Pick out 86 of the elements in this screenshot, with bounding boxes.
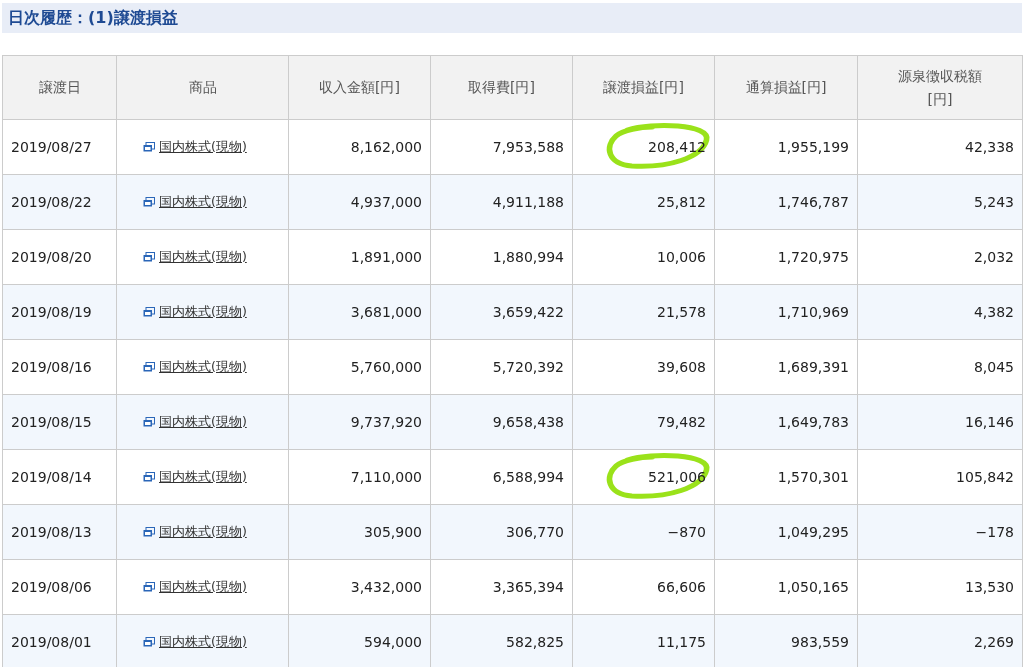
date-cell: 2019/08/14	[2, 449, 117, 505]
amount-cell: 10,006	[657, 249, 706, 265]
amount-cell: 8,045	[857, 339, 1023, 395]
amount-cell: 1,710,969	[714, 284, 858, 340]
amount-cell: 16,146	[857, 394, 1023, 450]
window-icon	[143, 417, 155, 427]
amount-cell: 1,955,199	[714, 119, 858, 175]
column-header: 譲渡損益[円]	[572, 55, 715, 120]
amount-cell: 66,606	[657, 579, 706, 595]
column-header: 譲渡日	[2, 55, 117, 120]
amount-cell: 582,825	[430, 614, 573, 667]
amount-cell: 42,338	[857, 119, 1023, 175]
amount-cell: 3,659,422	[430, 284, 573, 340]
amount-cell: 79,482	[657, 414, 706, 430]
date-cell: 2019/08/15	[2, 394, 117, 450]
amount-cell: 9,737,920	[288, 394, 431, 450]
amount-cell: 1,050,165	[714, 559, 858, 615]
window-icon	[143, 362, 155, 372]
window-icon	[143, 142, 155, 152]
date-cell: 2019/08/20	[2, 229, 117, 285]
amount-cell: 3,432,000	[288, 559, 431, 615]
amount-cell: 1,049,295	[714, 504, 858, 560]
amount-cell: 9,658,438	[430, 394, 573, 450]
amount-cell: 1,891,000	[288, 229, 431, 285]
date-cell: 2019/08/16	[2, 339, 117, 395]
amount-cell: 1,649,783	[714, 394, 858, 450]
window-icon	[143, 527, 155, 537]
product-link[interactable]: 国内株式(現物)	[159, 139, 247, 154]
amount-cell: 5,243	[857, 174, 1023, 230]
amount-cell: 983,559	[714, 614, 858, 667]
section-title: 日次履歴：(1)譲渡損益	[2, 3, 1022, 33]
amount-cell: 7,110,000	[288, 449, 431, 505]
amount-cell: 4,937,000	[288, 174, 431, 230]
amount-cell: 6,588,994	[430, 449, 573, 505]
amount-cell: 5,760,000	[288, 339, 431, 395]
window-icon	[143, 307, 155, 317]
date-cell: 2019/08/01	[2, 614, 117, 667]
amount-cell: 7,953,588	[430, 119, 573, 175]
column-header: 通算損益[円]	[714, 55, 858, 120]
amount-cell: 2,269	[857, 614, 1023, 667]
product-link[interactable]: 国内株式(現物)	[159, 304, 247, 319]
product-link[interactable]: 国内株式(現物)	[159, 634, 247, 649]
column-header: 取得費[円]	[430, 55, 573, 120]
window-icon	[143, 472, 155, 482]
amount-cell: 4,382	[857, 284, 1023, 340]
date-cell: 2019/08/19	[2, 284, 117, 340]
product-link[interactable]: 国内株式(現物)	[159, 579, 247, 594]
window-icon	[143, 637, 155, 647]
product-link[interactable]: 国内株式(現物)	[159, 524, 247, 539]
date-cell: 2019/08/22	[2, 174, 117, 230]
amount-cell: 594,000	[288, 614, 431, 667]
product-link[interactable]: 国内株式(現物)	[159, 194, 247, 209]
product-link[interactable]: 国内株式(現物)	[159, 359, 247, 374]
amount-cell: 305,900	[288, 504, 431, 560]
amount-cell: 13,530	[857, 559, 1023, 615]
amount-cell: 1,689,391	[714, 339, 858, 395]
amount-cell: −870	[667, 524, 706, 540]
date-cell: 2019/08/06	[2, 559, 117, 615]
column-header: 源泉徴収税額 [円]	[857, 55, 1023, 120]
amount-cell: 39,608	[657, 359, 706, 375]
window-icon	[143, 197, 155, 207]
amount-cell: 21,578	[657, 304, 706, 320]
column-header: 収入金額[円]	[288, 55, 431, 120]
amount-cell: −178	[857, 504, 1023, 560]
amount-cell: 1,720,975	[714, 229, 858, 285]
product-link[interactable]: 国内株式(現物)	[159, 414, 247, 429]
amount-cell: 2,032	[857, 229, 1023, 285]
window-icon	[143, 582, 155, 592]
date-cell: 2019/08/13	[2, 504, 117, 560]
amount-cell: 1,570,301	[714, 449, 858, 505]
amount-cell: 306,770	[430, 504, 573, 560]
amount-cell: 3,681,000	[288, 284, 431, 340]
window-icon	[143, 252, 155, 262]
amount-cell: 5,720,392	[430, 339, 573, 395]
amount-cell: 105,842	[857, 449, 1023, 505]
column-header: 商品	[116, 55, 289, 120]
amount-cell: 3,365,394	[430, 559, 573, 615]
product-link[interactable]: 国内株式(現物)	[159, 469, 247, 484]
amount-cell: 1,880,994	[430, 229, 573, 285]
amount-cell: 11,175	[657, 634, 706, 650]
amount-cell: 8,162,000	[288, 119, 431, 175]
date-cell: 2019/08/27	[2, 119, 117, 175]
product-link[interactable]: 国内株式(現物)	[159, 249, 247, 264]
amount-cell: 4,911,188	[430, 174, 573, 230]
amount-cell: 1,746,787	[714, 174, 858, 230]
amount-cell: 25,812	[657, 194, 706, 210]
